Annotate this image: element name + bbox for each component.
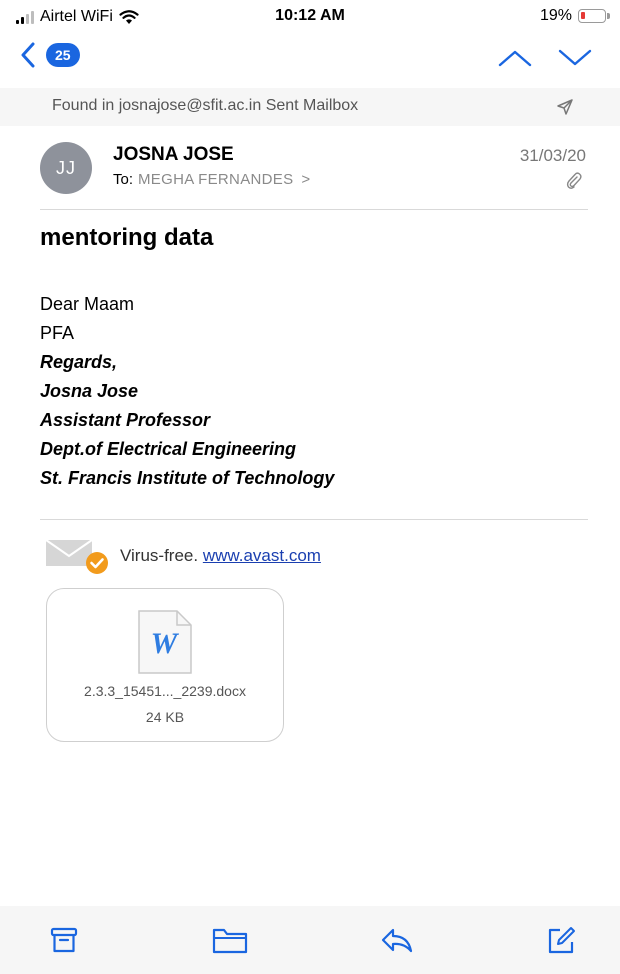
signature-line: Regards,: [40, 352, 118, 372]
body-line: Dear Maam: [40, 294, 135, 314]
signature-line: Josna Jose: [40, 381, 139, 401]
attachment-filesize: 24 KB: [145, 709, 185, 725]
chevron-down-icon: [558, 49, 592, 66]
body-divider: [40, 519, 588, 520]
back-button[interactable]: 25: [20, 42, 80, 68]
sender-name[interactable]: JOSNA JOSE: [113, 144, 234, 166]
message-body: Dear Maam PFA Regards, Josna Jose Assist…: [40, 290, 334, 493]
sent-arrow-icon: [557, 99, 573, 115]
bottom-toolbar: [0, 906, 620, 974]
message-date: 31/03/20: [519, 146, 586, 165]
avast-label: Virus-free.: [120, 546, 199, 565]
battery-percent: 19%: [539, 7, 572, 24]
attachment-card[interactable]: W 2.3.3_15451..._2239.docx 24 KB: [46, 588, 284, 742]
body-line: PFA: [40, 323, 75, 343]
nav-bar: 25: [0, 38, 620, 84]
status-bar: Airtel WiFi 10:12 AM 19%: [0, 0, 620, 36]
signature-line: St. Francis Institute of Technology: [40, 468, 335, 488]
chevron-left-icon: [21, 42, 35, 68]
avast-link[interactable]: www.avast.com: [203, 546, 321, 565]
unread-count-badge: 25: [46, 43, 80, 67]
signature-line: Assistant Professor: [40, 410, 211, 430]
reply-icon: [381, 928, 413, 953]
paperclip-icon: [566, 172, 582, 189]
compose-icon: [548, 927, 575, 954]
avast-text: Virus-free. www.avast.com: [120, 546, 321, 566]
word-icon-letter: W: [151, 627, 180, 660]
word-document-icon: W: [138, 610, 192, 674]
recipient-chevron: >: [301, 171, 311, 188]
to-label: To:: [113, 171, 134, 188]
message-subject: mentoring data: [40, 224, 214, 251]
avast-envelope-icon: [45, 539, 108, 574]
previous-message-button[interactable]: [498, 48, 532, 73]
archive-icon: [50, 927, 78, 953]
mailbox-location-bar[interactable]: Found in josnajose@sfit.ac.in Sent Mailb…: [0, 88, 620, 126]
recipient-row[interactable]: To: MEGHA FERNANDES >: [113, 171, 310, 188]
compose-button[interactable]: [546, 926, 576, 961]
attachment-filename: 2.3.3_15451..._2239.docx: [84, 683, 246, 699]
move-to-folder-button[interactable]: [212, 926, 248, 959]
clock: 10:12 AM: [275, 7, 345, 24]
avatar[interactable]: JJ: [40, 142, 92, 194]
reply-button[interactable]: [380, 926, 414, 959]
message-header: JJ JOSNA JOSE To: MEGHA FERNANDES > 31/0…: [0, 138, 620, 208]
folder-icon: [212, 928, 248, 954]
avast-row: Virus-free. www.avast.com: [44, 536, 321, 576]
battery-group: 19%: [539, 7, 610, 25]
battery-icon: [578, 9, 610, 23]
mailbox-location-text: Found in josnajose@sfit.ac.in Sent Mailb…: [52, 97, 359, 114]
header-divider: [40, 209, 588, 210]
recipient-name: MEGHA FERNANDES: [138, 171, 294, 188]
next-message-button[interactable]: [558, 48, 592, 73]
signature-line: Dept.of Electrical Engineering: [40, 439, 297, 459]
battery-level: [581, 12, 585, 19]
archive-button[interactable]: [50, 926, 78, 959]
chevron-up-icon: [498, 50, 532, 67]
